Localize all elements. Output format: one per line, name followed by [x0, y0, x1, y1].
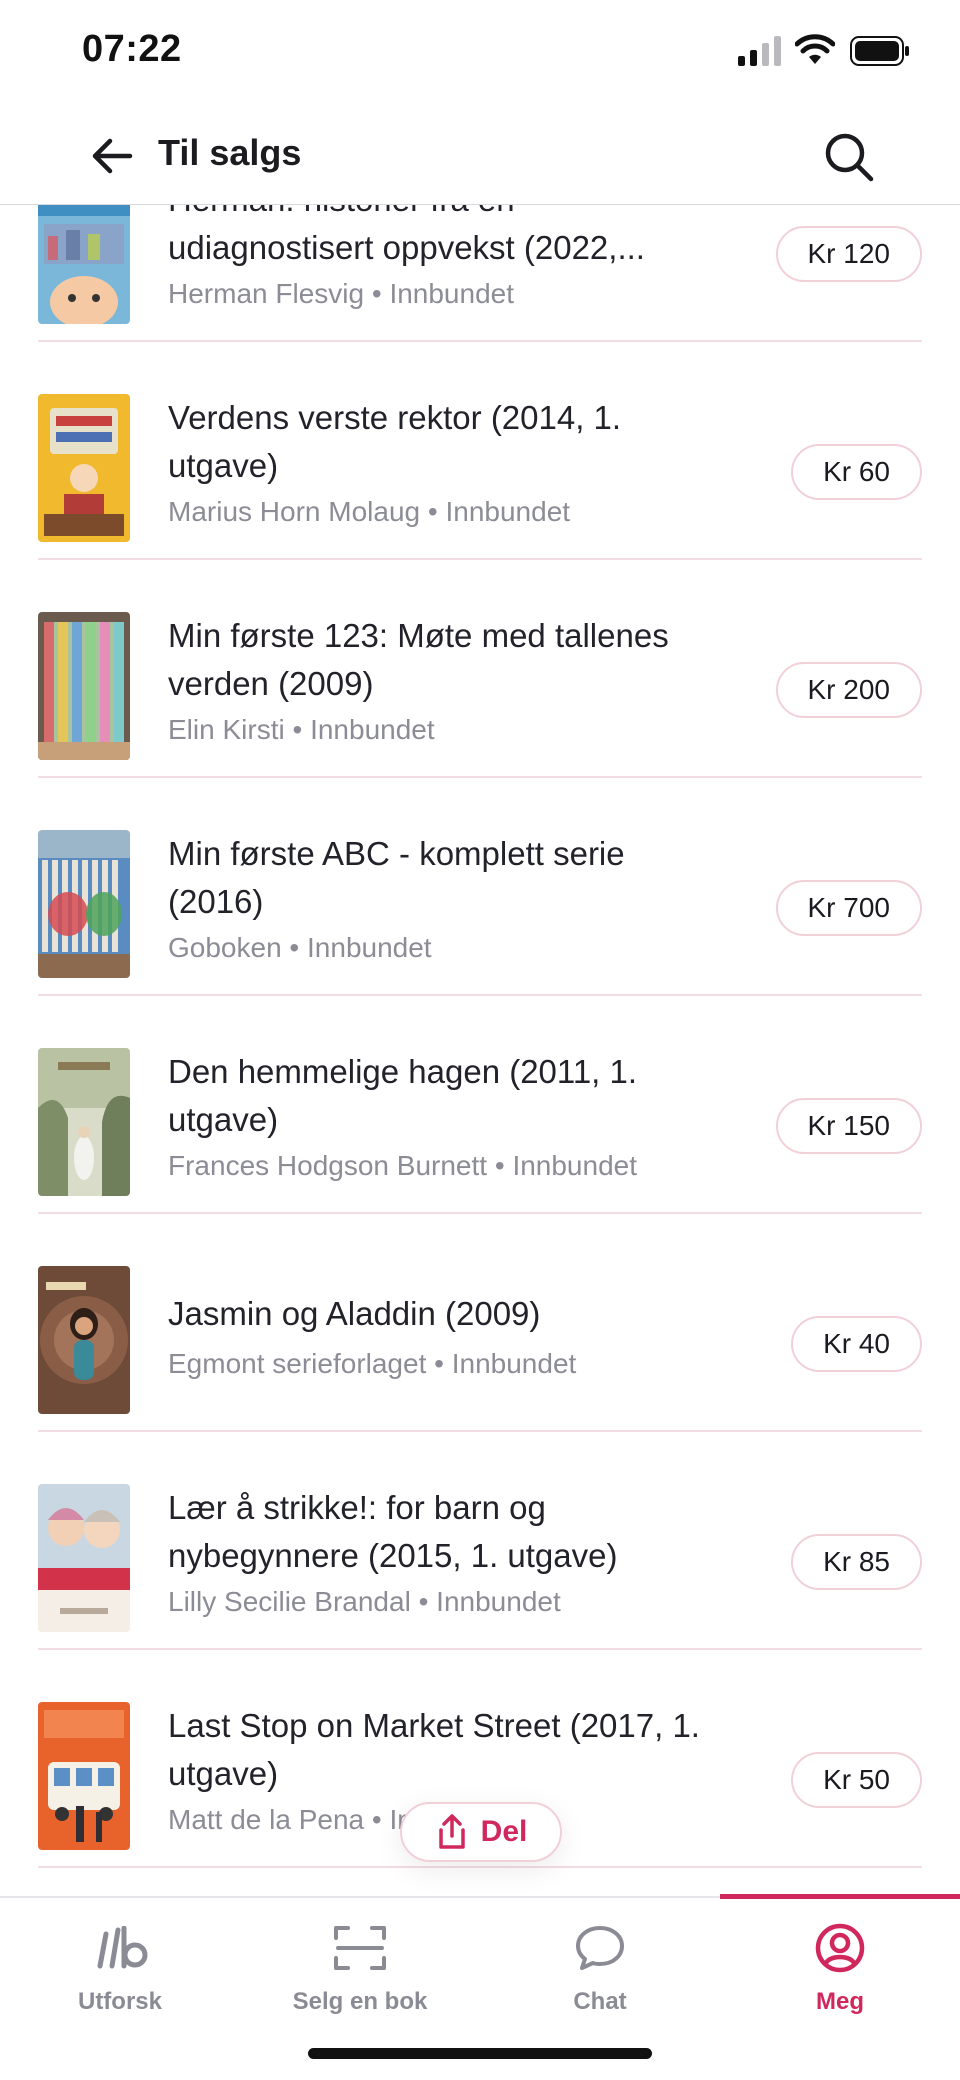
status-bar: 07:22	[0, 0, 960, 110]
scan-icon	[330, 1918, 390, 1978]
book-meta: Marius Horn Molaug • Innbundet	[168, 496, 571, 527]
battery-icon	[850, 36, 909, 66]
list-item[interactable]: Lær å strikke!: for barn og nybegynnere …	[38, 1432, 922, 1650]
book-cover	[38, 394, 130, 542]
profile-icon	[810, 1918, 870, 1978]
list-item[interactable]: Jasmin og Aladdin (2009) Egmont seriefor…	[38, 1214, 922, 1432]
book-title: Lær å strikke!: for barn og nybegynnere …	[168, 1489, 618, 1574]
book-cover	[38, 830, 130, 978]
tab-meg[interactable]: Meg	[720, 1898, 960, 2028]
book-meta: Goboken • Innbundet	[168, 932, 432, 963]
cellular-signal-icon	[738, 36, 781, 66]
book-binding: Innbundet	[310, 714, 435, 745]
book-title: Verdens verste rektor (2014, 1. utgave)	[168, 399, 622, 484]
book-title: Jasmin og Aladdin (2009)	[168, 1295, 541, 1332]
price-badge: Kr 200	[775, 662, 922, 718]
price-badge: Kr 120	[775, 226, 922, 282]
book-binding: Innbundet	[436, 1586, 561, 1617]
logo-icon	[90, 1918, 150, 1978]
book-author: Goboken	[168, 932, 282, 963]
status-time: 07:22	[82, 28, 182, 70]
tab-label: Selg en bok	[292, 1988, 428, 2015]
list-item[interactable]: Den hemmelige hagen (2011, 1. utgave) Fr…	[38, 996, 922, 1214]
tab-label: Chat	[573, 1988, 627, 2015]
tab-label: Meg	[816, 1988, 864, 2015]
search-icon	[825, 133, 874, 182]
book-cover	[38, 1266, 130, 1414]
price-badge: Kr 40	[791, 1316, 922, 1372]
share-button[interactable]: Del	[400, 1802, 562, 1862]
price-badge: Kr 50	[791, 1752, 922, 1808]
share-icon	[438, 1814, 465, 1849]
book-meta: Lilly Secilie Brandal • Innbundet	[168, 1586, 561, 1617]
price-badge: Kr 60	[791, 444, 922, 500]
book-binding: Innbundet	[445, 496, 571, 527]
book-binding: Innbundet	[389, 278, 515, 309]
page-title: Til salgs	[158, 132, 302, 173]
book-cover	[38, 1702, 130, 1850]
list-item[interactable]: Min første 123: Møte med tallenes verden…	[38, 560, 922, 778]
home-indicator	[308, 2048, 652, 2059]
search-button[interactable]	[818, 126, 880, 188]
bottom-tab-bar: Utforsk Selg en bok Chat Meg	[0, 1894, 960, 2080]
book-meta: Elin Kirsti • Innbundet	[168, 714, 435, 745]
book-author: Matt de la Pena	[168, 1804, 365, 1835]
book-meta: Frances Hodgson Burnett • Innbundet	[168, 1150, 638, 1181]
book-title: Herman: historier fra en udiagnostisert …	[168, 204, 645, 266]
book-title: Min første ABC - komplett serie (2016)	[168, 835, 625, 920]
book-binding: Innbundet	[307, 932, 432, 963]
price-badge: Kr 85	[791, 1534, 922, 1590]
book-cover	[38, 1484, 130, 1632]
price-badge: Kr 150	[775, 1098, 922, 1154]
list-item[interactable]: Min første ABC - komplett serie (2016) G…	[38, 778, 922, 996]
app-header: Til salgs	[0, 110, 960, 205]
price-badge: Kr 700	[775, 880, 922, 936]
back-button[interactable]	[84, 128, 140, 184]
book-binding: Innbundet	[451, 1348, 577, 1379]
book-binding: Innbundet	[512, 1150, 638, 1181]
book-list[interactable]: Herman: historier fra en udiagnostisert …	[0, 204, 960, 1896]
list-item[interactable]: Verdens verste rektor (2014, 1. utgave) …	[38, 342, 922, 560]
book-meta: Egmont serieforlaget • Innbundet	[168, 1348, 577, 1379]
tab-selg-en-bok[interactable]: Selg en bok	[240, 1898, 480, 2028]
book-cover	[38, 612, 130, 760]
book-title: Last Stop on Market Street (2017, 1. utg…	[168, 1707, 700, 1792]
share-label: Del	[480, 1815, 528, 1848]
book-author: Elin Kirsti	[168, 714, 285, 745]
book-author: Herman Flesvig	[168, 278, 365, 309]
wifi-icon	[795, 34, 835, 64]
book-title: Den hemmelige hagen (2011, 1. utgave)	[168, 1053, 638, 1138]
book-author: Marius Horn Molaug	[168, 496, 421, 527]
list-item[interactable]: Herman: historier fra en udiagnostisert …	[38, 204, 922, 342]
book-author: Lilly Secilie Brandal	[168, 1586, 411, 1617]
book-author: Frances Hodgson Burnett	[168, 1150, 488, 1181]
tab-utforsk[interactable]: Utforsk	[0, 1898, 240, 2028]
book-meta: Herman Flesvig • Innbundet	[168, 278, 515, 309]
chat-bubble-icon	[570, 1918, 630, 1978]
tab-label: Utforsk	[77, 1988, 162, 2015]
book-author: Egmont serieforlaget	[168, 1348, 427, 1379]
book-cover	[38, 204, 130, 324]
tab-chat[interactable]: Chat	[480, 1898, 720, 2028]
book-cover	[38, 1048, 130, 1196]
arrow-left-icon	[92, 138, 133, 174]
book-title: Min første 123: Møte med tallenes verden…	[168, 617, 669, 702]
